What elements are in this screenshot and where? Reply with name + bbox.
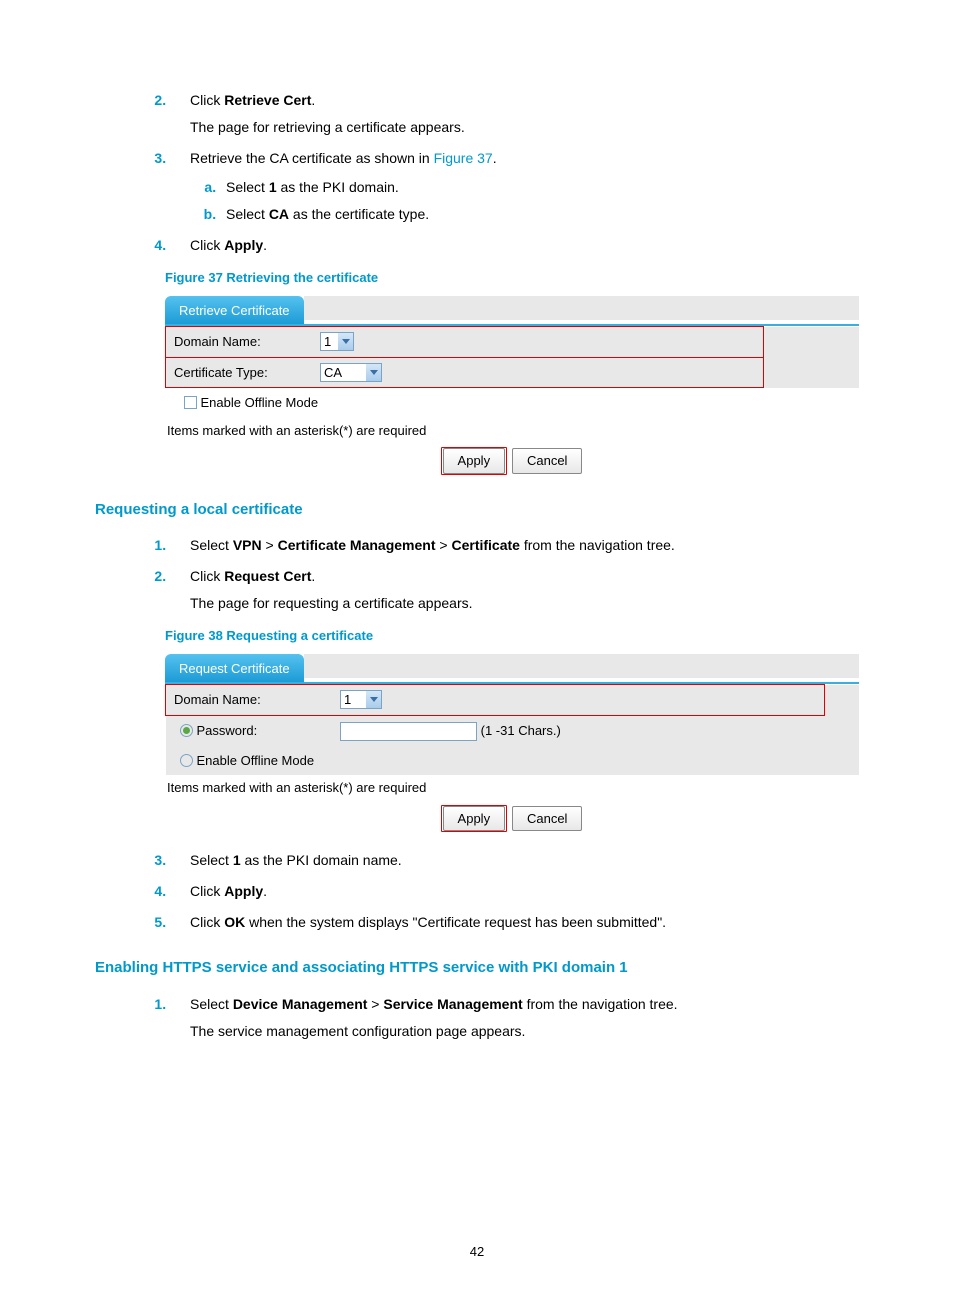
figure-37-tabbar: Retrieve Certificate bbox=[165, 296, 859, 327]
figure-38-tabbar: Request Certificate bbox=[165, 654, 859, 685]
cert-type-select[interactable]: CA bbox=[320, 363, 382, 382]
domain-name-label: Domain Name: bbox=[166, 685, 333, 716]
figure-37-buttons: Apply Cancel bbox=[165, 447, 859, 475]
step-2: Click Retrieve Cert. The page for retrie… bbox=[170, 90, 859, 138]
password-input[interactable] bbox=[340, 722, 477, 741]
request-certificate-tab[interactable]: Request Certificate bbox=[165, 654, 304, 683]
chevron-down-icon bbox=[366, 691, 381, 708]
heading-requesting-local-cert: Requesting a local certificate bbox=[95, 499, 859, 522]
required-note: Items marked with an asterisk(*) are req… bbox=[165, 418, 859, 444]
https-steps-list: Select Device Management > Service Manag… bbox=[95, 994, 859, 1042]
password-radio[interactable] bbox=[180, 724, 193, 737]
https-step-1: Select Device Management > Service Manag… bbox=[170, 994, 859, 1042]
request-step-2: Click Request Cert. The page for request… bbox=[170, 566, 859, 614]
step-3a: Select 1 as the PKI domain. bbox=[220, 177, 859, 198]
step-2-sub: The page for retrieving a certificate ap… bbox=[190, 117, 859, 138]
figure-37-caption: Figure 37 Retrieving the certificate bbox=[165, 268, 859, 288]
chevron-down-icon bbox=[366, 364, 381, 381]
enable-offline-radio[interactable] bbox=[180, 754, 193, 767]
after-step-5: Click OK when the system displays "Certi… bbox=[170, 912, 859, 933]
steps-list-1: Click Retrieve Cert. The page for retrie… bbox=[95, 90, 859, 256]
retrieve-certificate-tab[interactable]: Retrieve Certificate bbox=[165, 296, 304, 325]
enable-offline-label: Enable Offline Mode bbox=[197, 753, 315, 768]
cancel-button[interactable]: Cancel bbox=[512, 806, 582, 832]
enable-offline-label: Enable Offline Mode bbox=[201, 395, 319, 410]
step-3-substeps: Select 1 as the PKI domain. Select CA as… bbox=[190, 177, 859, 225]
step-4: Click Apply. bbox=[170, 235, 859, 256]
https-step-1-sub: The service management configuration pag… bbox=[190, 1021, 859, 1042]
figure-38: Request Certificate Domain Name: 1 Passw… bbox=[165, 654, 859, 833]
after-step-4: Click Apply. bbox=[170, 881, 859, 902]
figure-38-buttons: Apply Cancel bbox=[165, 805, 859, 833]
domain-name-select[interactable]: 1 bbox=[320, 332, 354, 351]
password-hint: (1 -31 Chars.) bbox=[481, 723, 561, 738]
apply-button[interactable]: Apply bbox=[443, 448, 506, 474]
figure-37-link[interactable]: Figure 37 bbox=[434, 150, 493, 166]
enable-offline-checkbox[interactable] bbox=[184, 396, 197, 409]
required-note: Items marked with an asterisk(*) are req… bbox=[165, 775, 859, 801]
chevron-down-icon bbox=[338, 333, 353, 350]
cancel-button[interactable]: Cancel bbox=[512, 448, 582, 474]
cert-type-label: Certificate Type: bbox=[166, 357, 313, 388]
domain-name-select[interactable]: 1 bbox=[340, 690, 382, 709]
figure-37-form: Domain Name: 1 Certificate Type: CA Ena bbox=[165, 326, 859, 418]
password-label: Password: bbox=[197, 723, 258, 738]
domain-name-label: Domain Name: bbox=[166, 327, 313, 358]
apply-button[interactable]: Apply bbox=[443, 806, 506, 832]
request-steps-list: Select VPN > Certificate Management > Ce… bbox=[95, 535, 859, 614]
figure-37: Retrieve Certificate Domain Name: 1 Cert… bbox=[165, 296, 859, 475]
heading-enabling-https: Enabling HTTPS service and associating H… bbox=[95, 957, 859, 980]
page-number: 42 bbox=[95, 1242, 859, 1262]
request-step-1: Select VPN > Certificate Management > Ce… bbox=[170, 535, 859, 556]
step-3b: Select CA as the certificate type. bbox=[220, 204, 859, 225]
after-step-3: Select 1 as the PKI domain name. bbox=[170, 850, 859, 871]
step-3: Retrieve the CA certificate as shown in … bbox=[170, 148, 859, 225]
request-step-2-sub: The page for requesting a certificate ap… bbox=[190, 593, 859, 614]
after-fig38-steps: Select 1 as the PKI domain name. Click A… bbox=[95, 850, 859, 933]
figure-38-caption: Figure 38 Requesting a certificate bbox=[165, 626, 859, 646]
figure-38-form: Domain Name: 1 Password: (1 -31 Chars.) … bbox=[165, 684, 859, 775]
